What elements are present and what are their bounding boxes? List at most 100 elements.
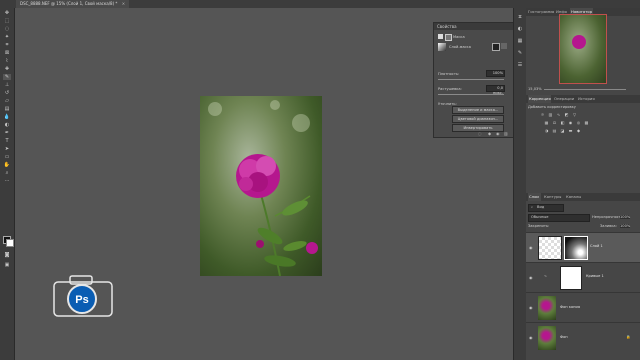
tab-layers[interactable]: Слои (528, 193, 541, 201)
background-color-swatch[interactable] (6, 239, 14, 247)
layer-row[interactable]: ◉ Фон копия (526, 292, 640, 323)
zoom-tool-icon[interactable]: ⌕ (3, 170, 11, 176)
type-tool-icon[interactable]: T (3, 138, 11, 144)
tab-adjustments[interactable]: Коррекция (528, 95, 551, 103)
layer-name[interactable]: Фон копия (560, 305, 580, 309)
color-balance-icon[interactable]: ⚖ (552, 120, 557, 125)
layer-mask-thumbnail[interactable] (560, 266, 582, 290)
layer-name[interactable]: Фон (560, 335, 568, 339)
density-slider[interactable] (438, 79, 504, 80)
layer-row[interactable]: ◉ ∿ Кривые 1 (526, 262, 640, 293)
fill-field[interactable]: 100% (620, 224, 631, 228)
layer-name[interactable]: Слой 1 (590, 244, 603, 248)
gradient-map-icon[interactable]: ▬ (568, 128, 573, 133)
navigator-preview[interactable] (559, 14, 607, 84)
posterize-icon[interactable]: ▤ (552, 128, 557, 133)
history-brush-tool-icon[interactable]: ↺ (3, 90, 11, 96)
properties-panel-title: Свойства (434, 23, 514, 30)
brush-tool-icon[interactable]: ✎ (3, 74, 11, 80)
feather-field[interactable]: 0,0 пикс. (486, 85, 505, 95)
tab-actions[interactable]: Операции (554, 95, 576, 103)
exposure-icon[interactable]: ◩ (564, 112, 569, 117)
gradient-tool-icon[interactable]: ▤ (3, 106, 11, 112)
apply-mask-icon[interactable]: ◆ (488, 131, 491, 136)
channel-mixer-icon[interactable]: ◎ (576, 120, 581, 125)
screen-mode-icon[interactable]: ▣ (3, 262, 11, 268)
properties-panel-icon[interactable]: ☰ (516, 62, 524, 68)
color-panel-icon[interactable]: ◐ (516, 26, 524, 32)
brightness-icon[interactable]: ☼ (540, 112, 545, 117)
healing-tool-icon[interactable]: ✚ (3, 66, 11, 72)
navigator-zoom[interactable]: 15,03% (528, 87, 542, 91)
crop-tool-icon[interactable]: ⌗ (3, 42, 11, 48)
document-tab-bar: DSC_8888.NEF @ 15% (Слой 1, Свой маска/8… (0, 0, 640, 8)
stamp-tool-icon[interactable]: ⊥ (3, 82, 11, 88)
layer-thumbnail (538, 296, 556, 320)
select-and-mask-button[interactable]: Выделение и маска... (452, 106, 504, 114)
eye-icon[interactable]: ◉ (529, 305, 533, 310)
apply-vector-mask-icon[interactable] (501, 43, 507, 49)
navigator-zoom-slider[interactable] (544, 89, 626, 90)
visibility-icon[interactable]: ◉ (496, 131, 500, 136)
marquee-tool-icon[interactable]: ⬚ (3, 18, 11, 24)
shape-tool-icon[interactable]: ▭ (3, 154, 11, 160)
history-panel-icon[interactable]: ⧖ (516, 14, 524, 20)
hand-tool-icon[interactable]: ✋ (3, 162, 11, 168)
blend-mode-select[interactable]: Обычные (528, 214, 590, 222)
fill-label: Заливка: (600, 224, 617, 228)
tab-channels[interactable]: Каналы (566, 193, 586, 201)
eye-icon[interactable]: ◉ (529, 275, 533, 280)
feather-label: Растушевка: (438, 87, 462, 91)
eye-icon[interactable]: ◉ (529, 245, 533, 250)
dodge-tool-icon[interactable]: ◐ (3, 122, 11, 128)
pen-tool-icon[interactable]: ✒ (3, 130, 11, 136)
blend-mode-label: Обычные (531, 215, 549, 219)
brush-panel-icon[interactable]: ✎ (516, 50, 524, 56)
density-field[interactable]: 100% (486, 70, 505, 77)
properties-panel: Свойства Маска Слой-маска Плотность: 100… (433, 22, 515, 138)
blur-tool-icon[interactable]: 💧 (3, 114, 11, 120)
move-tool-icon[interactable]: ✥ (3, 10, 11, 16)
color-range-button[interactable]: Цветовой диапазон... (452, 115, 504, 123)
tab-paths[interactable]: Контуры (544, 193, 564, 201)
eye-icon[interactable]: ◉ (529, 335, 533, 340)
eyedropper-tool-icon[interactable]: ⌇ (3, 58, 11, 64)
levels-icon[interactable]: ▥ (548, 112, 553, 117)
layer-row[interactable]: ◉ Фон 🔒 (526, 322, 640, 353)
layer-mask-thumbnail[interactable] (564, 236, 588, 260)
trash-icon[interactable]: ▥ (504, 131, 508, 136)
feather-slider[interactable] (438, 94, 504, 95)
black-white-icon[interactable]: ◧ (560, 120, 565, 125)
hue-saturation-icon[interactable]: ▦ (544, 120, 549, 125)
tab-history[interactable]: История (578, 95, 600, 103)
svg-text:Ps: Ps (75, 294, 88, 306)
select-mask-icon[interactable] (492, 43, 500, 51)
curves-icon[interactable]: ∿ (556, 112, 561, 117)
selective-color-icon[interactable]: ◆ (576, 128, 581, 133)
tools-panel: ✥ ⬚ ◌ ✦ ⌗ ⊠ ⌇ ✚ ✎ ⊥ ↺ ▱ ▤ 💧 ◐ ✒ T ➤ ▭ ✋ … (0, 8, 15, 360)
color-lookup-icon[interactable]: ▩ (584, 120, 589, 125)
quick-mask-icon[interactable]: ◙ (3, 252, 11, 258)
layer-row[interactable]: ◉ Слой 1 (526, 232, 640, 263)
pixel-mask-icon[interactable] (438, 34, 443, 39)
close-icon[interactable]: × (122, 1, 125, 6)
eraser-tool-icon[interactable]: ▱ (3, 98, 11, 104)
frame-tool-icon[interactable]: ⊠ (3, 50, 11, 56)
layer-filter-select[interactable]: ⌕ Вид (528, 204, 564, 212)
photo-filter-icon[interactable]: ◉ (568, 120, 573, 125)
invert-icon[interactable]: ◑ (544, 128, 549, 133)
vector-mask-icon[interactable] (445, 34, 452, 41)
lasso-tool-icon[interactable]: ◌ (3, 26, 11, 32)
opacity-field[interactable]: 100% (620, 215, 631, 219)
layer-name[interactable]: Кривые 1 (586, 274, 604, 278)
threshold-icon[interactable]: ◪ (560, 128, 565, 133)
path-select-tool-icon[interactable]: ➤ (3, 146, 11, 152)
magic-wand-tool-icon[interactable]: ✦ (3, 34, 11, 40)
swatches-panel-icon[interactable]: ▦ (516, 38, 524, 44)
document-tab[interactable]: DSC_8888.NEF @ 15% (Слой 1, Свой маска/8… (16, 0, 130, 8)
document-image[interactable] (200, 96, 322, 276)
vibrance-icon[interactable]: ▽ (572, 112, 577, 117)
load-selection-icon[interactable]: ◌ (478, 131, 482, 136)
tab-histogram[interactable]: Гистограмма (528, 8, 554, 16)
more-tools-icon[interactable]: ··· (3, 178, 11, 184)
